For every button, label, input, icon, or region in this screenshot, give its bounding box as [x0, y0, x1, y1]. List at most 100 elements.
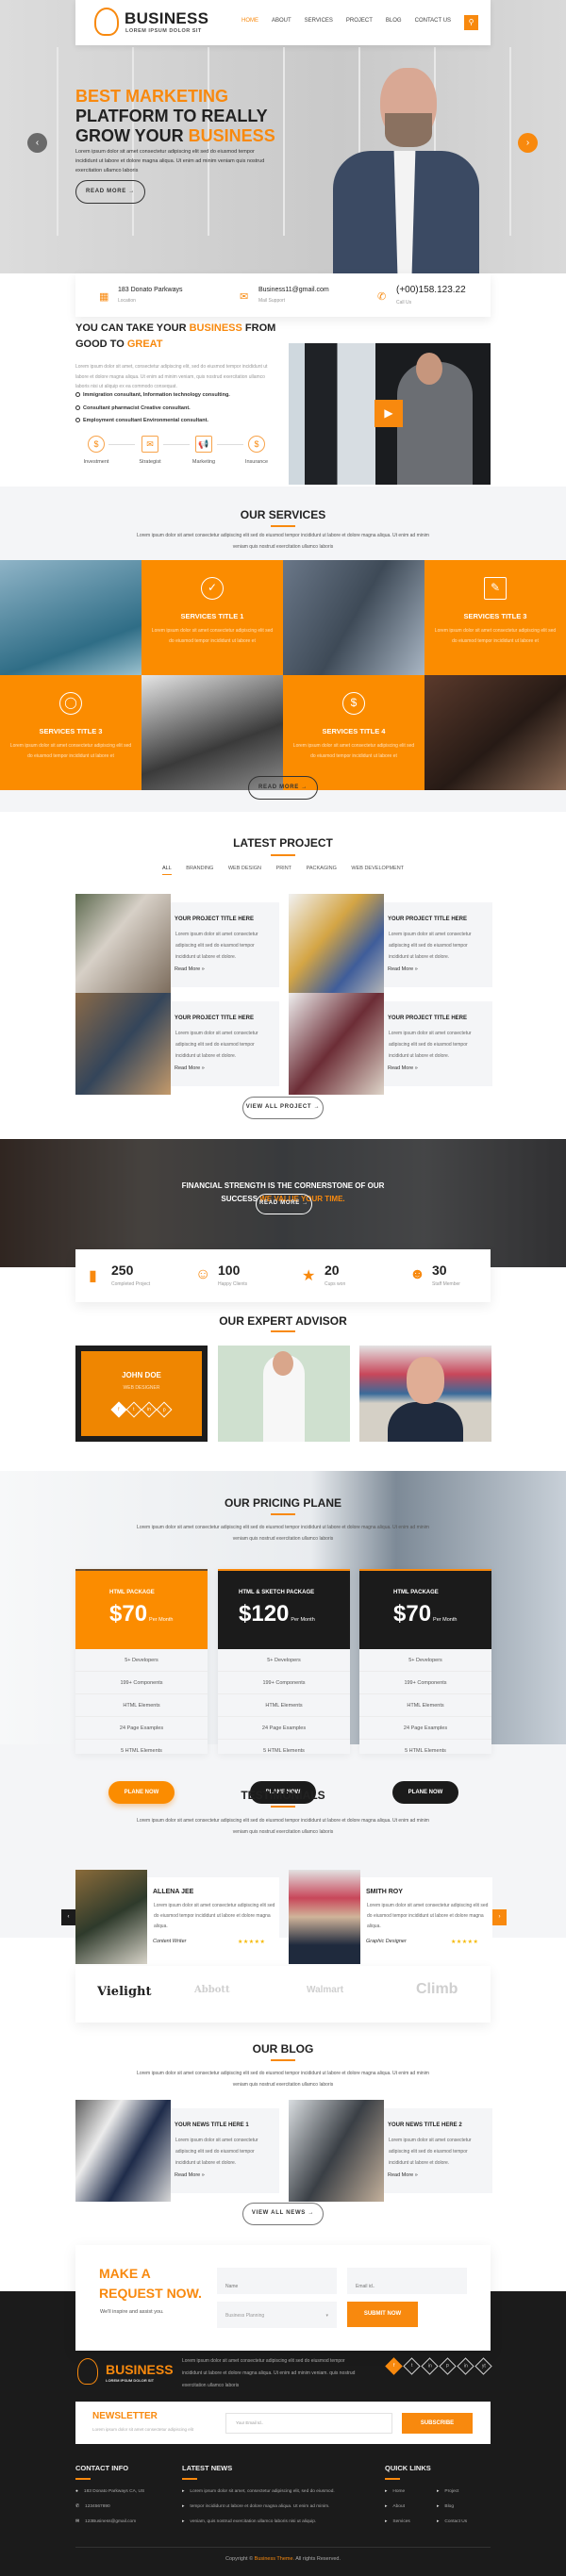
hero-text: Lorem ipsum dolor sit amet consectetur a… — [75, 149, 265, 173]
footer-link-blog[interactable]: ▸ Blog — [437, 2504, 454, 2509]
linkedin-icon[interactable]: in — [421, 2357, 439, 2375]
linkedin-icon[interactable]: in — [141, 1401, 158, 1418]
copyright-link[interactable]: Business Theme. — [255, 2556, 294, 2562]
hero-image — [328, 68, 481, 273]
testimonial-card: SMITH ROY Lorem ipsum dolor sit amet cons… — [289, 1870, 496, 1964]
client-logo: Abbott — [194, 1985, 230, 1995]
hero-prev-button[interactable]: ‹ — [27, 133, 47, 153]
nav-about[interactable]: ABOUT — [272, 18, 291, 24]
submit-button[interactable]: SUBMIT NOW — [347, 2302, 418, 2327]
youtube-icon[interactable]: yt — [474, 2357, 492, 2375]
nav-blog[interactable]: BLOG — [386, 18, 402, 24]
filter-packaging[interactable]: PACKAGING — [307, 866, 337, 871]
project-card: YOUR PROJECT TITLE HERE Lorem ipsum dolor… — [289, 993, 496, 1095]
twitter-icon[interactable]: t — [403, 2357, 421, 2375]
view-all-project-button[interactable]: VIEW ALL PROJECT → — [242, 1097, 324, 1119]
pinterest-icon[interactable]: p — [156, 1401, 173, 1418]
request-title: MAKE A REQUEST NOW. — [99, 2266, 202, 2301]
service-card-2[interactable]: ✎ SERVICES TITLE 3 Lorem ipsum dolor sit a… — [424, 560, 566, 675]
services-text: Lorem ipsum dolor sit amet consectetur a… — [137, 533, 429, 550]
testimonial-prev-button[interactable]: ‹ — [61, 1909, 75, 1925]
chevron-right-icon: › — [525, 138, 530, 148]
read-more-link[interactable]: Read More » — [388, 966, 418, 972]
footer-news-item[interactable]: ▸ veniam, quis nostrud exercitation ullam… — [182, 2519, 316, 2524]
logo-title[interactable]: BUSINESS — [125, 9, 208, 28]
copyright: Copyright © Business Theme. All rights R… — [225, 2556, 341, 2562]
chevron-left-icon: ‹ — [35, 138, 40, 148]
search-button[interactable]: ⚲ — [464, 15, 478, 30]
footer-email[interactable]: ✉ 123Business@gmail.com — [75, 2519, 136, 2524]
pricing-title: OUR PRICING PLANE — [224, 1496, 341, 1510]
project-card: YOUR PROJECT TITLE HERE Lorem ipsum dolor… — [75, 894, 283, 996]
services-read-more-button[interactable]: READ MORE → — [248, 776, 318, 800]
project-card: YOUR PROJECT TITLE HERE Lorem ipsum dolor… — [75, 993, 283, 1095]
footer-news-item[interactable]: ▸ tempor incididunt ut labore et dolore m… — [182, 2504, 329, 2509]
pinterest-icon[interactable]: p — [439, 2357, 457, 2375]
about-bullet: Employment consultant Environmental cons… — [75, 418, 208, 423]
newsletter: NEWSLETTER Lorem ipsum dolor sit amet co… — [75, 2402, 491, 2444]
read-more-link[interactable]: Read More » — [175, 1065, 205, 1071]
facebook-icon[interactable]: f — [110, 1401, 127, 1418]
service-card-1[interactable]: ✓ SERVICES TITLE 1 Lorem ipsum dolor sit a… — [142, 560, 283, 675]
facebook-icon[interactable]: f — [385, 2357, 403, 2375]
footer-phone[interactable]: ✆ 1234567890 — [75, 2504, 110, 2509]
logo-tagline: LOREM IPSUM DOLOR SIT — [125, 28, 202, 34]
nav-services[interactable]: SERVICES — [305, 18, 333, 24]
nav-contact[interactable]: CONTACT US — [415, 18, 451, 24]
play-button[interactable]: ▶ — [375, 400, 403, 427]
footer-link-home[interactable]: ▸ Home — [385, 2489, 405, 2494]
footer-link-about[interactable]: ▸ About — [385, 2504, 405, 2509]
footer-link-services[interactable]: ▸ Services — [385, 2519, 410, 2524]
service-select[interactable]: Business Planning ▾ — [217, 2302, 337, 2328]
chevron-right-icon: › — [498, 1914, 501, 1920]
hero-read-more-button[interactable]: READ MORE → — [75, 180, 145, 204]
advisors-title: OUR EXPERT ADVISOR — [219, 1314, 347, 1328]
service-card-4[interactable]: $ SERVICES TITLE 4 Lorem ipsum dolor sit a… — [283, 675, 424, 790]
network-icon: ✓ — [201, 577, 224, 600]
video-thumbnail[interactable]: ▶ — [289, 343, 491, 485]
newsletter-email-input[interactable]: Your Email Id.. — [225, 2413, 392, 2434]
projects-title: LATEST PROJECT — [233, 836, 333, 850]
insurance-icon: $ — [248, 436, 265, 453]
filter-web-design[interactable]: WEB DESIGN — [228, 866, 261, 871]
testimonial-next-button[interactable]: › — [492, 1909, 507, 1925]
linkedin-icon[interactable]: in — [457, 2357, 474, 2375]
advisor-card-john-doe[interactable]: JOHN DOE WEB DESIGNER f t in p — [75, 1346, 208, 1442]
footer-link-project[interactable]: ▸ Project — [437, 2489, 458, 2494]
email-input[interactable] — [347, 2268, 467, 2294]
request-subtitle: We'll inspire and assist you. — [100, 2309, 164, 2315]
footer-news-item[interactable]: ▸ Lorem ipsum dolor sit amet, consectetur… — [182, 2489, 335, 2494]
filter-branding[interactable]: BRANDING — [186, 866, 213, 871]
advisor-card[interactable] — [218, 1346, 350, 1442]
read-more-link[interactable]: Read More » — [388, 2172, 418, 2178]
nav-project[interactable]: PROJECT — [346, 18, 373, 24]
advisor-card[interactable] — [359, 1346, 491, 1442]
read-more-link[interactable]: Read More » — [175, 966, 205, 972]
testimonial-avatar — [289, 1870, 360, 1964]
caret-right-icon: ▸ — [385, 2489, 388, 2494]
logo-icon — [77, 2358, 98, 2385]
play-icon: ▶ — [384, 406, 393, 420]
service-card-3[interactable]: ◯ SERVICES TITLE 3 Lorem ipsum dolor sit a… — [0, 675, 142, 790]
caret-right-icon: ▸ — [385, 2504, 388, 2509]
filter-web-development[interactable]: WEB DEVELOPMENT — [351, 866, 404, 871]
twitter-icon[interactable]: t — [125, 1401, 142, 1418]
footer-link-contact[interactable]: ▸ Contact Us — [437, 2519, 467, 2524]
filter-all[interactable]: ALL — [161, 866, 172, 875]
pin-icon: ● — [75, 2489, 78, 2494]
name-input[interactable] — [217, 2268, 337, 2294]
view-all-news-button[interactable]: VIEW ALL NEWS → — [242, 2203, 324, 2225]
subscribe-button[interactable]: SUBSCRIBE — [402, 2413, 473, 2434]
read-more-link[interactable]: Read More » — [388, 1065, 418, 1071]
footer-about: Lorem ipsum dolor sit amet consectetur a… — [182, 2358, 356, 2388]
logo-icon — [94, 8, 119, 36]
testimonials-text: Lorem ipsum dolor sit amet consectetur a… — [137, 1818, 429, 1835]
nav-menu: HOME ABOUT SERVICES PROJECT BLOG CONTACT… — [241, 18, 451, 24]
hero-next-button[interactable]: › — [518, 133, 538, 153]
read-more-link[interactable]: Read More » — [175, 2172, 205, 2178]
banner-read-more-button[interactable]: READ MORE → — [256, 1194, 312, 1214]
quick-links-title: QUICK LINKS — [385, 2464, 431, 2472]
nav-home[interactable]: HOME — [241, 18, 258, 24]
megaphone-icon: 📢 — [195, 436, 212, 453]
filter-print[interactable]: PRINT — [276, 866, 292, 871]
